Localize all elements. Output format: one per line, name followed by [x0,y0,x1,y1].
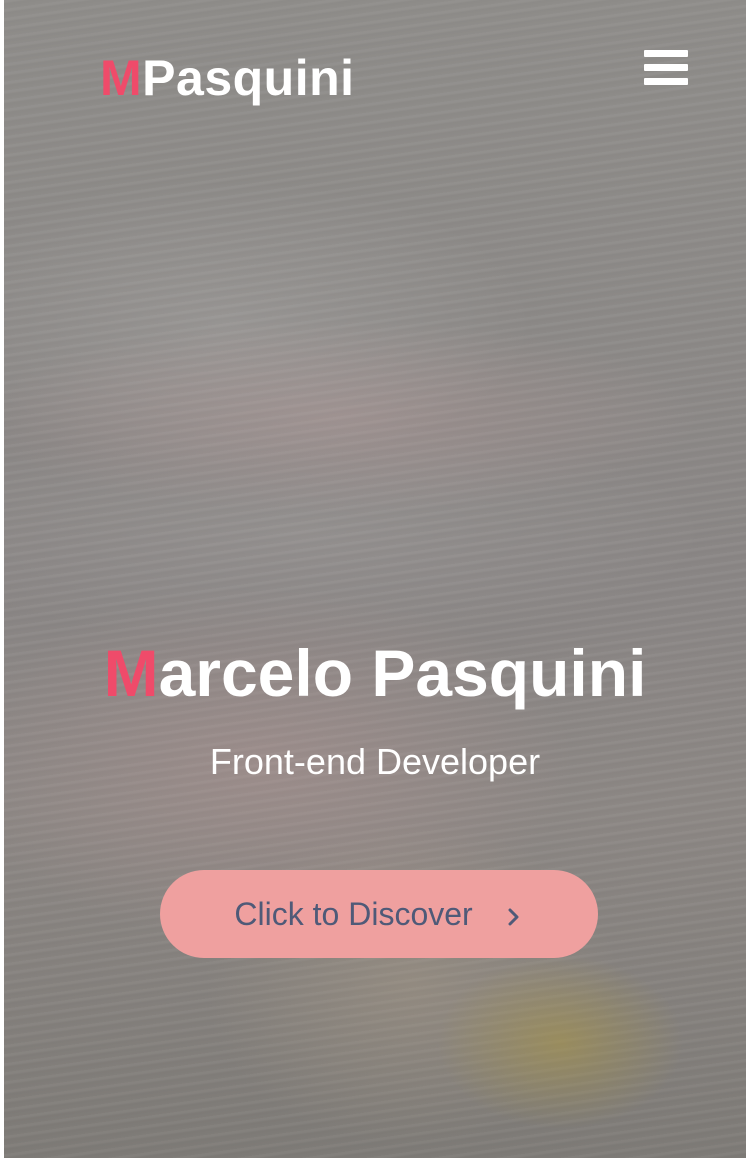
site-header: MPasquini [4,0,746,150]
hero-subtitle: Front-end Developer [209,741,541,782]
menu-bar [644,78,688,85]
hero-title-text: arcelo Pasquini [158,636,647,710]
hero-title: Marcelo Pasquini [4,630,746,716]
discover-button[interactable]: Click to Discover [160,870,598,958]
hero-background-image [4,0,746,1158]
menu-bar [644,50,688,57]
hero-section: Marcelo Pasquini Front-end Developer Cli… [4,630,746,958]
page: MPasquini Marcelo Pasquini Front-end Dev… [4,0,746,1158]
logo-text: Pasquini [142,50,355,106]
chevron-right-icon [508,908,519,926]
menu-bar [644,64,688,71]
hamburger-menu-icon[interactable] [644,48,690,88]
site-logo[interactable]: MPasquini [100,50,355,106]
hero-title-accent-letter: M [103,636,159,710]
logo-accent-letter: M [100,50,143,106]
discover-button-label: Click to Discover [234,896,473,932]
